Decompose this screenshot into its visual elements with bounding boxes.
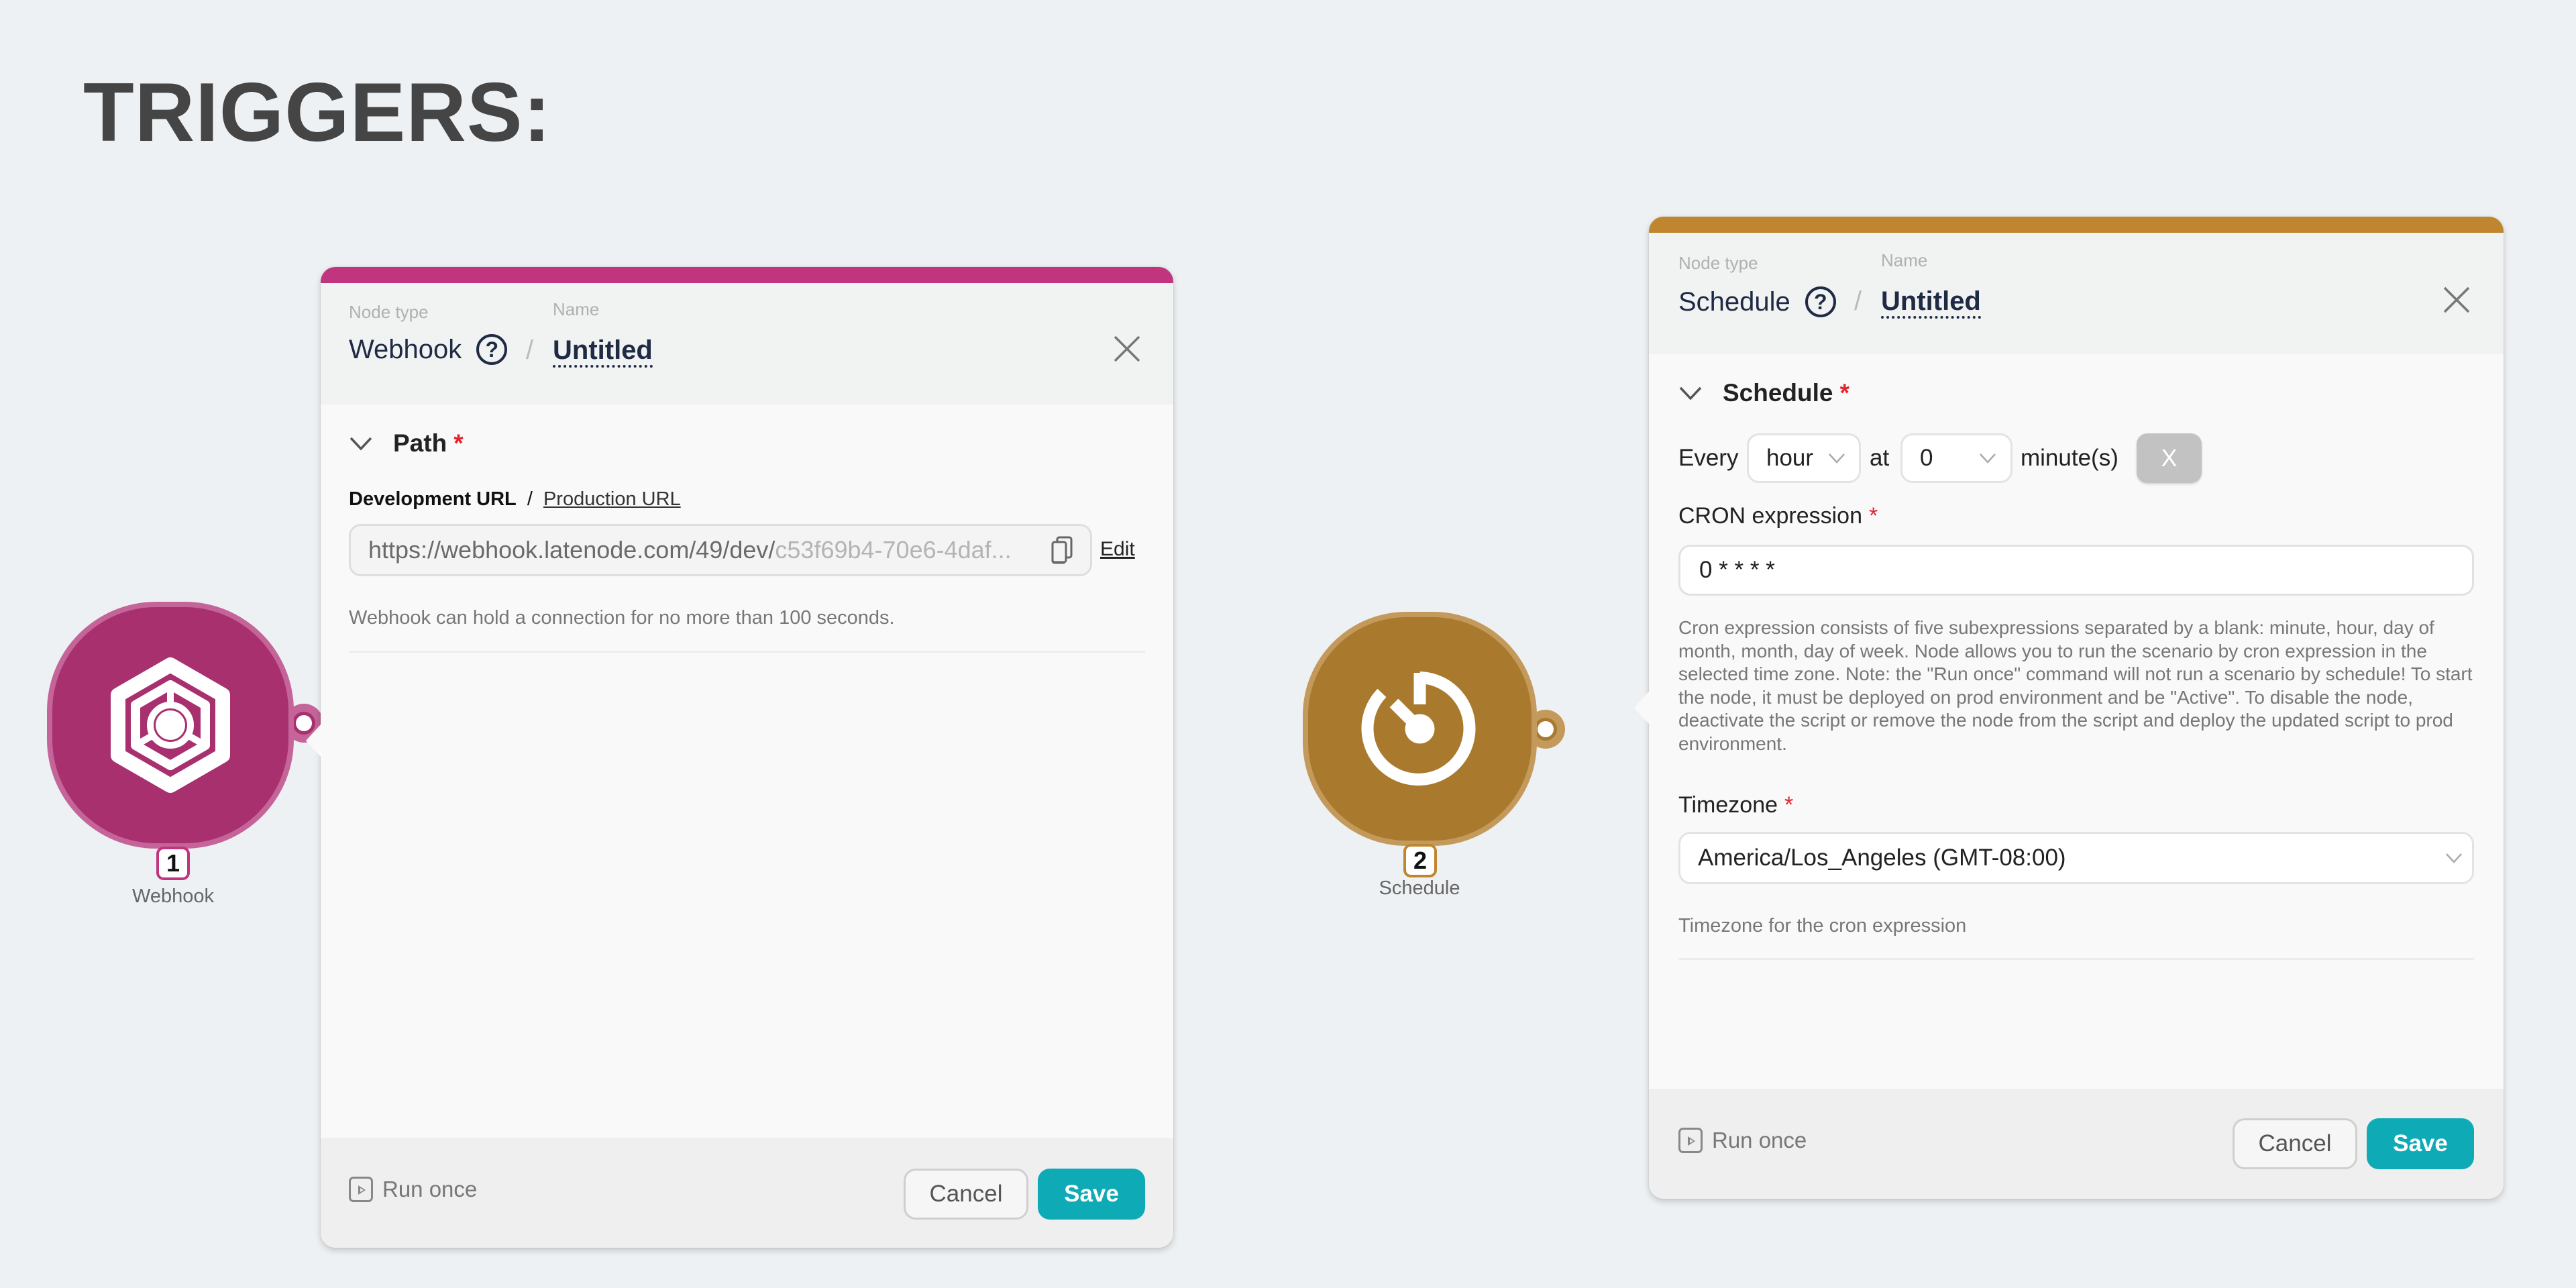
- schedule-node-shape[interactable]: [1308, 617, 1532, 841]
- node-name-field[interactable]: Untitled: [553, 335, 653, 368]
- run-once-button[interactable]: Run once: [1678, 1128, 1807, 1153]
- node-type-value: Webhook: [349, 334, 462, 364]
- required-mark: *: [453, 429, 464, 457]
- node-type: Schedule ?: [1678, 286, 1836, 317]
- cron-label: CRON expression *: [1678, 503, 1878, 529]
- chevron-down-icon: [2446, 853, 2462, 863]
- help-icon[interactable]: ?: [476, 334, 508, 365]
- cron-hint: Cron expression consists of five subexpr…: [1678, 617, 2473, 754]
- webhook-node[interactable]: 1 Webhook: [52, 607, 323, 916]
- at-label: at: [1870, 445, 1890, 471]
- chevron-down-icon: [1679, 386, 1702, 400]
- schedule-settings-panel: Node type Name Schedule ? / Untitled Sch…: [1634, 217, 2504, 1199]
- section-divider: [1678, 958, 2474, 960]
- copy-icon[interactable]: [1050, 535, 1074, 565]
- close-icon[interactable]: [2442, 285, 2471, 315]
- chevron-down-icon: [350, 437, 372, 451]
- webhook-hexagon-icon: [111, 657, 230, 793]
- section-divider: [349, 651, 1145, 653]
- run-once-label: Run once: [1712, 1128, 1807, 1152]
- webhook-settings-panel: Node type Name Webhook ? / Untitled Path…: [306, 267, 1173, 1248]
- header-separator: /: [526, 335, 534, 365]
- play-icon: [349, 1177, 373, 1202]
- url-tab-separator: /: [527, 488, 533, 510]
- save-button[interactable]: Save: [2367, 1118, 2474, 1169]
- webhook-node-number: 1: [156, 847, 190, 880]
- cancel-button[interactable]: Cancel: [2233, 1118, 2357, 1169]
- tab-development-url[interactable]: Development URL: [349, 488, 517, 510]
- interval-select[interactable]: hour: [1747, 433, 1861, 483]
- minutes-label: minute(s): [2021, 445, 2118, 471]
- schedule-panel-footer: Run once Cancel Save: [1649, 1089, 2504, 1199]
- schedule-section-toggle[interactable]: Schedule *: [1678, 379, 1849, 407]
- interval-value: hour: [1766, 445, 1814, 471]
- url-tabs: Development URL / Production URL: [349, 488, 681, 511]
- timezone-label-text: Timezone: [1678, 792, 1778, 818]
- schedule-section-title: Schedule: [1723, 379, 1833, 407]
- required-mark: *: [1839, 379, 1849, 407]
- help-icon[interactable]: ?: [1805, 286, 1836, 317]
- chevron-down-icon: [1829, 453, 1845, 464]
- required-mark: *: [1784, 792, 1794, 818]
- node-type: Webhook ?: [349, 334, 508, 365]
- run-once-button[interactable]: Run once: [349, 1177, 477, 1202]
- url-value-prefix: https://webhook.latenode.com/49/dev/: [368, 536, 775, 564]
- schedule-node-number: 2: [1403, 844, 1437, 877]
- webhook-panel-footer: Run once Cancel Save: [321, 1138, 1173, 1248]
- panel-pointer: [1634, 692, 1649, 724]
- schedule-output-port[interactable]: [1526, 710, 1565, 749]
- minute-select[interactable]: 0: [1900, 433, 2012, 483]
- node-type-value: Schedule: [1678, 286, 1790, 317]
- cron-expression-input[interactable]: 0 * * * *: [1678, 545, 2474, 596]
- timezone-label: Timezone *: [1678, 792, 1793, 818]
- timezone-select[interactable]: America/Los_Angeles (GMT-08:00): [1678, 832, 2474, 884]
- required-mark: *: [1868, 503, 1878, 529]
- clear-schedule-button[interactable]: X: [2137, 433, 2202, 483]
- cancel-button[interactable]: Cancel: [904, 1169, 1028, 1220]
- url-value-suffix: c53f69b4-70e6-4daf...: [775, 536, 1012, 564]
- close-icon[interactable]: [1112, 334, 1142, 364]
- schedule-panel-header: Node type Name Schedule ? / Untitled: [1649, 233, 2504, 354]
- play-icon: [1678, 1128, 1703, 1153]
- every-label: Every: [1678, 445, 1739, 471]
- schedule-panel-accent-bar: [1649, 217, 2504, 233]
- minute-value: 0: [1920, 445, 1933, 471]
- webhook-panel-accent-bar: [321, 267, 1173, 283]
- panel-pointer: [306, 724, 321, 757]
- node-type-label: Node type: [349, 302, 429, 322]
- name-label: Name: [1881, 250, 1928, 270]
- node-name-field[interactable]: Untitled: [1881, 286, 1981, 319]
- page-title: TRIGGERS:: [83, 66, 551, 159]
- save-button[interactable]: Save: [1038, 1169, 1145, 1220]
- webhook-url-field[interactable]: https://webhook.latenode.com/49/dev/c53f…: [349, 524, 1092, 576]
- chevron-down-icon: [1980, 453, 1996, 464]
- timezone-hint: Timezone for the cron expression: [1678, 915, 1967, 936]
- run-once-label: Run once: [382, 1177, 478, 1201]
- clock-timer-icon: [1361, 672, 1476, 786]
- timezone-value: America/Los_Angeles (GMT-08:00): [1698, 845, 2066, 871]
- path-section-title: Path: [393, 429, 447, 457]
- edit-url-link[interactable]: Edit: [1100, 538, 1135, 561]
- webhook-panel-header: Node type Name Webhook ? / Untitled: [321, 283, 1173, 405]
- path-section-toggle[interactable]: Path *: [349, 429, 464, 458]
- node-type-label: Node type: [1678, 253, 1758, 273]
- webhook-node-label: Webhook: [132, 885, 214, 907]
- schedule-node-label: Schedule: [1379, 877, 1460, 899]
- schedule-node[interactable]: 2 Schedule: [1308, 617, 1576, 899]
- name-label: Name: [553, 299, 600, 319]
- webhook-hint: Webhook can hold a connection for no mor…: [349, 607, 895, 629]
- webhook-node-shape[interactable]: [52, 607, 288, 843]
- header-separator: /: [1854, 286, 1862, 316]
- cron-label-text: CRON expression: [1678, 503, 1862, 529]
- tab-production-url[interactable]: Production URL: [543, 488, 681, 510]
